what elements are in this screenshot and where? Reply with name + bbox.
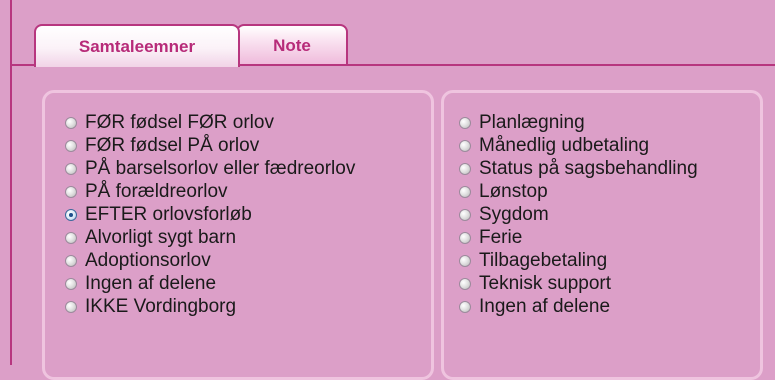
radio-option[interactable]: Alvorligt sygt barn [65, 226, 355, 249]
radio-option-label: PÅ forældreorlov [85, 180, 228, 202]
radio-button-icon[interactable] [65, 208, 77, 221]
radio-option-label: Planlægning [479, 111, 585, 133]
tab-samtaleemner[interactable]: Samtaleemner [34, 24, 240, 67]
radio-group-left: FØR fødsel FØR orlov FØR fødsel PÅ orlov… [65, 111, 355, 318]
radio-option-label: Månedlig udbetaling [479, 134, 650, 156]
radio-option-label: FØR fødsel FØR orlov [85, 111, 274, 133]
radio-option-label: Tilbagebetaling [479, 249, 608, 271]
radio-option-label: Ingen af delene [479, 295, 611, 317]
radio-option[interactable]: Adoptionsorlov [65, 249, 355, 272]
topics-panel-left: FØR fødsel FØR orlov FØR fødsel PÅ orlov… [42, 90, 434, 380]
radio-button-icon[interactable] [459, 162, 471, 175]
radio-button-icon[interactable] [459, 300, 471, 313]
radio-option-label: Sygdom [479, 203, 549, 225]
radio-option[interactable]: EFTER orlovsforløb [65, 203, 355, 226]
radio-option[interactable]: Lønstop [459, 180, 698, 203]
radio-option[interactable]: Sygdom [459, 203, 698, 226]
radio-option-label: Lønstop [479, 180, 548, 202]
radio-option[interactable]: Ferie [459, 226, 698, 249]
radio-option-label: IKKE Vordingborg [85, 295, 237, 317]
radio-button-icon[interactable] [459, 254, 471, 267]
radio-option[interactable]: PÅ forældreorlov [65, 180, 355, 203]
radio-button-icon[interactable] [65, 277, 77, 290]
radio-option[interactable]: Ingen af delene [65, 272, 355, 295]
radio-option[interactable]: Månedlig udbetaling [459, 134, 698, 157]
radio-option-label: PÅ barselsorlov eller fædreorlov [85, 157, 356, 179]
tab-note-label: Note [273, 36, 311, 55]
radio-button-icon[interactable] [65, 231, 77, 244]
radio-button-icon[interactable] [65, 139, 77, 152]
radio-button-icon[interactable] [459, 185, 471, 198]
radio-button-icon[interactable] [65, 162, 77, 175]
radio-option[interactable]: FØR fødsel FØR orlov [65, 111, 355, 134]
radio-option[interactable]: Planlægning [459, 111, 698, 134]
radio-button-icon[interactable] [65, 185, 77, 198]
radio-button-icon[interactable] [65, 300, 77, 313]
topics-panel-right: Planlægning Månedlig udbetaling Status p… [441, 90, 763, 380]
radio-option-label: EFTER orlovsforløb [85, 203, 252, 225]
radio-button-icon[interactable] [459, 208, 471, 221]
tab-samtaleemner-label: Samtaleemner [78, 36, 196, 56]
radio-option-label: Status på sagsbehandling [479, 157, 698, 179]
radio-button-icon[interactable] [459, 139, 471, 152]
radio-button-icon[interactable] [65, 254, 77, 267]
radio-option-label: Ferie [479, 226, 523, 248]
radio-option-label: Alvorligt sygt barn [85, 226, 237, 248]
radio-button-icon[interactable] [65, 116, 77, 129]
radio-option[interactable]: Tilbagebetaling [459, 249, 698, 272]
radio-button-icon[interactable] [459, 116, 471, 129]
radio-option[interactable]: Ingen af delene [459, 295, 698, 318]
radio-option[interactable]: FØR fødsel PÅ orlov [65, 134, 355, 157]
radio-button-icon[interactable] [459, 277, 471, 290]
radio-button-icon[interactable] [459, 231, 471, 244]
tab-note[interactable]: Note [236, 24, 348, 66]
radio-option-label: Teknisk support [479, 272, 612, 294]
radio-option-label: Adoptionsorlov [85, 249, 211, 271]
radio-option[interactable]: Teknisk support [459, 272, 698, 295]
radio-option[interactable]: Status på sagsbehandling [459, 157, 698, 180]
radio-option[interactable]: IKKE Vordingborg [65, 295, 355, 318]
radio-group-right: Planlægning Månedlig udbetaling Status p… [459, 111, 698, 318]
radio-option-label: FØR fødsel PÅ orlov [85, 134, 260, 156]
radio-option-label: Ingen af delene [85, 272, 217, 294]
radio-option[interactable]: PÅ barselsorlov eller fædreorlov [65, 157, 355, 180]
